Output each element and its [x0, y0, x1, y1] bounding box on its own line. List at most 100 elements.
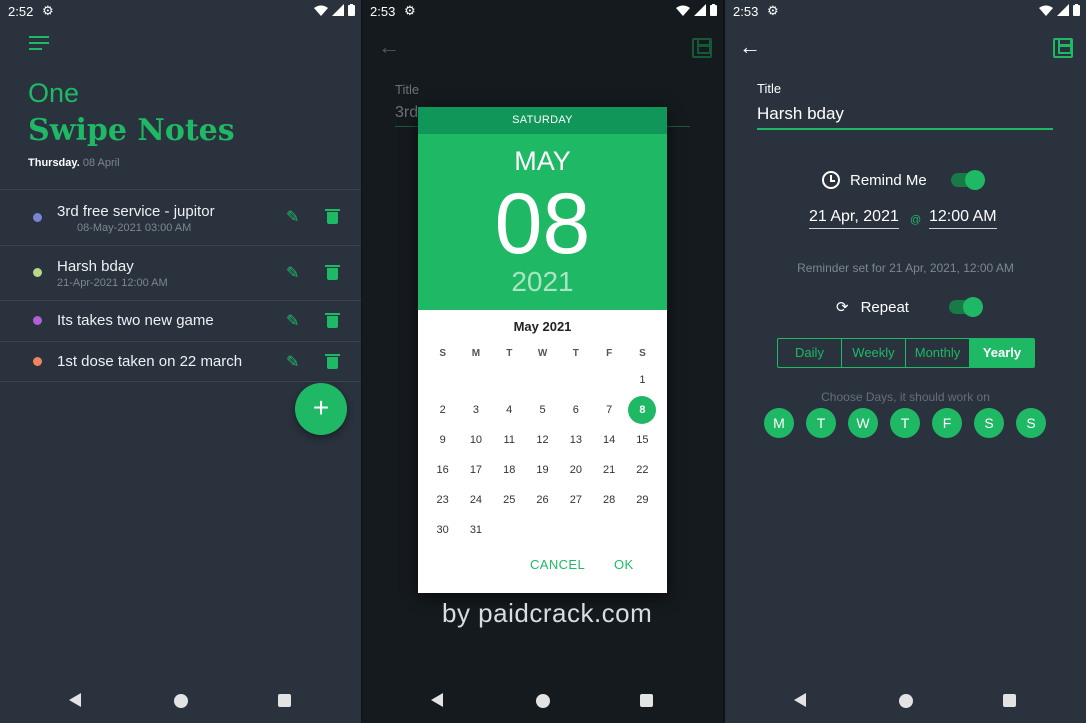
header-day[interactable]: 08: [418, 181, 667, 267]
calendar-day[interactable]: 19: [526, 455, 559, 485]
calendar-day[interactable]: 15: [626, 425, 659, 455]
nav-home-icon[interactable]: [174, 694, 188, 708]
title-label: Title: [395, 82, 420, 97]
calendar-day[interactable]: 24: [459, 485, 492, 515]
calendar-day[interactable]: 3: [459, 395, 492, 425]
calendar-day[interactable]: 2: [426, 395, 459, 425]
header-year[interactable]: 2021: [418, 266, 667, 298]
weekday-friday[interactable]: F: [932, 408, 962, 438]
weekday-saturday[interactable]: S: [974, 408, 1004, 438]
calendar-day[interactable]: 25: [493, 485, 526, 515]
cancel-button[interactable]: CANCEL: [530, 557, 585, 572]
repeat-option-monthly[interactable]: Monthly: [906, 339, 970, 367]
calendar-day[interactable]: 4: [493, 395, 526, 425]
calendar-blank: [559, 365, 592, 395]
calendar-day[interactable]: 21: [592, 455, 625, 485]
weekday-wednesday[interactable]: W: [848, 408, 878, 438]
calendar-day[interactable]: 30: [426, 515, 459, 545]
reminder-summary: Reminder set for 21 Apr, 2021, 12:00 AM: [797, 261, 1014, 275]
delete-trash-icon[interactable]: [325, 265, 340, 280]
delete-trash-icon[interactable]: [325, 313, 340, 328]
hamburger-menu-icon[interactable]: [29, 36, 49, 54]
calendar-day[interactable]: 13: [559, 425, 592, 455]
nav-back-icon[interactable]: [69, 693, 81, 707]
calendar-day[interactable]: 18: [493, 455, 526, 485]
weekday-monday[interactable]: M: [764, 408, 794, 438]
weekday-thursday[interactable]: T: [890, 408, 920, 438]
back-arrow-icon[interactable]: ←: [378, 34, 400, 60]
weekday-tuesday[interactable]: T: [806, 408, 836, 438]
save-icon[interactable]: [692, 38, 712, 58]
note-item[interactable]: 1st dose taken on 22 march ✎: [0, 341, 361, 382]
edit-pencil-icon[interactable]: ✎: [286, 207, 299, 227]
nav-home-icon[interactable]: [536, 694, 550, 708]
calendar-day[interactable]: 10: [459, 425, 492, 455]
battery-icon: [348, 4, 355, 16]
remind-me-row: Remind Me: [822, 170, 985, 190]
save-icon[interactable]: [1053, 38, 1073, 58]
battery-icon: [710, 4, 717, 16]
calendar-day[interactable]: 20: [559, 455, 592, 485]
calendar-day[interactable]: 5: [526, 395, 559, 425]
repeat-option-weekly[interactable]: Weekly: [842, 339, 906, 367]
header-month[interactable]: MAY: [418, 146, 667, 177]
status-time: 2:52: [8, 4, 34, 19]
calendar-day[interactable]: 12: [526, 425, 559, 455]
calendar-blank: [426, 365, 459, 395]
calendar-day[interactable]: 31: [459, 515, 492, 545]
edit-pencil-icon[interactable]: ✎: [286, 352, 299, 372]
calendar-blank: [526, 365, 559, 395]
calendar-day[interactable]: 16: [426, 455, 459, 485]
calendar-day[interactable]: 29: [626, 485, 659, 515]
note-color-dot: [33, 213, 42, 222]
calendar-day[interactable]: 17: [459, 455, 492, 485]
note-item[interactable]: 3rd free service - jupitor 08-May-2021 0…: [0, 189, 361, 245]
nav-home-icon[interactable]: [899, 694, 913, 708]
calendar-day[interactable]: 1: [626, 365, 659, 395]
day-label: Thursday.: [28, 157, 80, 169]
calendar-day[interactable]: 26: [526, 485, 559, 515]
ok-button[interactable]: OK: [614, 557, 634, 572]
status-bar: 2:53 ⚙: [362, 0, 723, 24]
remind-me-toggle[interactable]: [950, 170, 985, 190]
nav-back-icon[interactable]: [431, 693, 443, 707]
calendar-day[interactable]: 28: [592, 485, 625, 515]
nav-recents-icon[interactable]: [278, 694, 291, 707]
calendar-day[interactable]: 7: [592, 395, 625, 425]
repeat-toggle[interactable]: [948, 297, 983, 317]
reminder-date-field[interactable]: 21 Apr, 2021: [809, 208, 899, 229]
note-item[interactable]: Its takes two new game ✎: [0, 300, 361, 341]
repeat-icon: ⟳: [836, 299, 849, 316]
calendar-day[interactable]: 6: [559, 395, 592, 425]
nav-recents-icon[interactable]: [640, 694, 653, 707]
title-input[interactable]: Harsh bday: [757, 104, 1053, 130]
note-color-dot: [33, 316, 42, 325]
delete-trash-icon[interactable]: [325, 209, 340, 224]
add-note-button[interactable]: +: [295, 383, 347, 435]
note-date: 21-Apr-2021 12:00 AM: [57, 277, 168, 289]
battery-icon: [1073, 4, 1080, 16]
edit-pencil-icon[interactable]: ✎: [286, 263, 299, 283]
back-arrow-icon[interactable]: ←: [739, 34, 761, 60]
reminder-time-field[interactable]: 12:00 AM: [929, 208, 997, 229]
calendar-day[interactable]: 27: [559, 485, 592, 515]
nav-recents-icon[interactable]: [1003, 694, 1016, 707]
nav-back-icon[interactable]: [794, 693, 806, 707]
calendar-day[interactable]: 22: [626, 455, 659, 485]
calendar-month-title: May 2021: [513, 319, 572, 334]
status-bar: 2:52 ⚙: [0, 0, 361, 24]
calendar-day[interactable]: 8: [626, 395, 659, 425]
weekday-sunday[interactable]: S: [1016, 408, 1046, 438]
repeat-option-daily[interactable]: Daily: [778, 339, 842, 367]
status-bar: 2:53 ⚙: [725, 0, 1086, 24]
calendar-day[interactable]: 14: [592, 425, 625, 455]
note-color-dot: [33, 357, 42, 366]
delete-trash-icon[interactable]: [325, 354, 340, 369]
edit-pencil-icon[interactable]: ✎: [286, 311, 299, 331]
repeat-option-yearly[interactable]: Yearly: [970, 339, 1034, 367]
note-item[interactable]: Harsh bday 21-Apr-2021 12:00 AM ✎: [0, 245, 361, 300]
calendar-day[interactable]: 11: [493, 425, 526, 455]
calendar-day[interactable]: 9: [426, 425, 459, 455]
weekday-header: T: [506, 348, 513, 359]
calendar-day[interactable]: 23: [426, 485, 459, 515]
